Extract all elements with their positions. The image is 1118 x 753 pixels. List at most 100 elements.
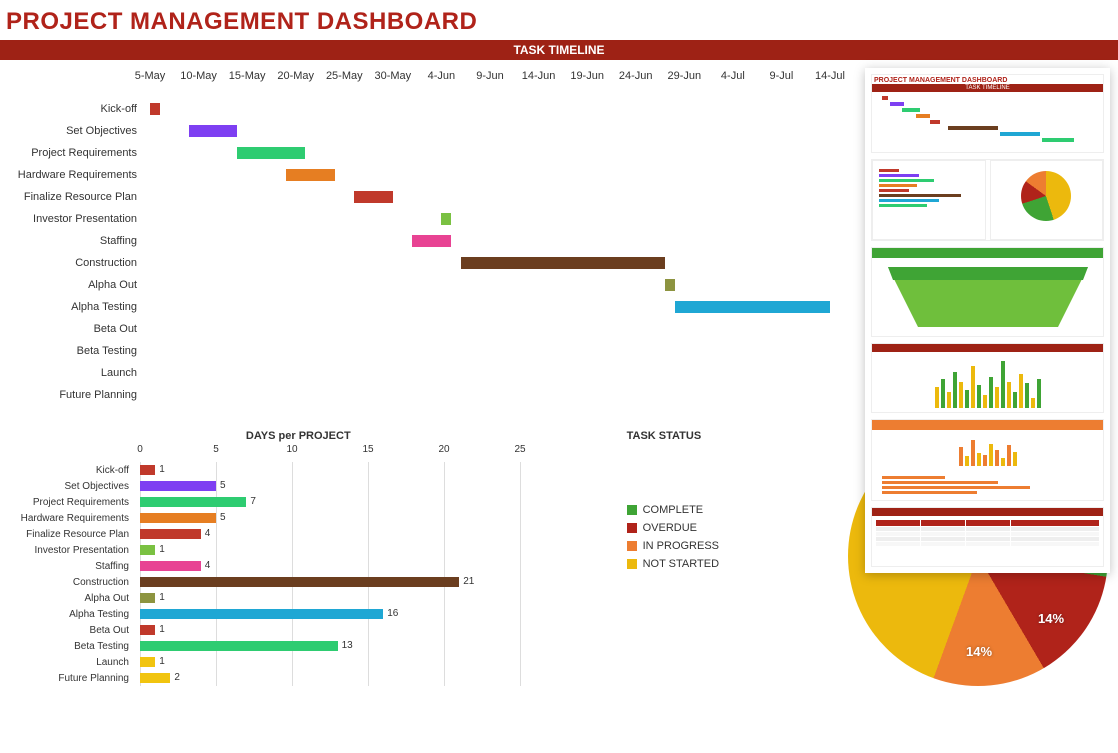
days-row-label: Staffing — [10, 561, 135, 572]
days-tick: 15 — [362, 444, 373, 455]
days-rows: Kick-off1Set Objectives5Project Requirem… — [140, 462, 577, 686]
legend-item: OVERDUE — [627, 522, 848, 534]
days-per-project-panel: DAYS per PROJECT 0510152025 Kick-off1Set… — [10, 426, 587, 686]
days-value-label: 21 — [463, 576, 474, 587]
days-value-label: 5 — [220, 512, 226, 523]
thumbnail-columns — [871, 343, 1104, 413]
days-value-label: 1 — [159, 592, 165, 603]
gantt-row-label: Staffing — [0, 235, 145, 247]
days-row-label: Hardware Requirements — [10, 513, 135, 524]
gantt-tick: 14-Jul — [815, 70, 845, 82]
days-row: Finalize Resource Plan4 — [140, 526, 577, 542]
gantt-row-label: Beta Testing — [0, 345, 145, 357]
page-title: PROJECT MANAGEMENT DASHBOARD — [0, 0, 1118, 40]
days-row-label: Set Objectives — [10, 481, 135, 492]
gantt-bar — [675, 301, 830, 313]
gantt-row-label: Set Objectives — [0, 125, 145, 137]
days-bar — [140, 657, 155, 667]
days-row-label: Beta Testing — [10, 641, 135, 652]
gantt-tick: 25-May — [326, 70, 363, 82]
days-row-label: Alpha Out — [10, 593, 135, 604]
days-tick: 25 — [514, 444, 525, 455]
legend-swatch — [627, 505, 637, 515]
gantt-tick: 15-May — [229, 70, 266, 82]
gantt-row-label: Future Planning — [0, 389, 145, 401]
days-bar — [140, 481, 216, 491]
days-tick: 5 — [213, 444, 219, 455]
days-row: Investor Presentation1 — [140, 542, 577, 558]
legend-label: NOT STARTED — [643, 558, 719, 570]
days-row-label: Beta Out — [10, 625, 135, 636]
days-bar — [140, 641, 338, 651]
pie-slice-label: 14% — [966, 644, 992, 659]
legend-label: OVERDUE — [643, 522, 697, 534]
days-row: Set Objectives5 — [140, 478, 577, 494]
gantt-row-label: Kick-off — [0, 103, 145, 115]
legend-label: IN PROGRESS — [643, 540, 719, 552]
legend-item: IN PROGRESS — [627, 540, 848, 552]
days-tick: 0 — [137, 444, 143, 455]
days-row-label: Launch — [10, 657, 135, 668]
gantt-bar — [354, 191, 393, 203]
days-row: Launch1 — [140, 654, 577, 670]
gantt-bar — [412, 235, 451, 247]
days-bar — [140, 545, 155, 555]
legend-item: COMPLETE — [627, 504, 848, 516]
days-row-label: Project Requirements — [10, 497, 135, 508]
days-bar — [140, 497, 246, 507]
gantt-tick: 10-May — [180, 70, 217, 82]
gantt-tick: 5-May — [135, 70, 166, 82]
days-bar — [140, 513, 216, 523]
days-value-label: 7 — [250, 496, 256, 507]
gantt-bar — [237, 147, 305, 159]
legend-swatch — [627, 559, 637, 569]
days-row-label: Alpha Testing — [10, 609, 135, 620]
days-row: Alpha Testing16 — [140, 606, 577, 622]
gantt-tick: 29-Jun — [667, 70, 701, 82]
gantt-tick: 30-May — [375, 70, 412, 82]
days-value-label: 1 — [159, 544, 165, 555]
status-chart-title: TASK STATUS — [607, 426, 848, 444]
days-row: Alpha Out1 — [140, 590, 577, 606]
gantt-row-label: Project Requirements — [0, 147, 145, 159]
gantt-bar — [286, 169, 335, 181]
days-row: Project Requirements7 — [140, 494, 577, 510]
days-bar — [140, 465, 155, 475]
gantt-row-label: Launch — [0, 367, 145, 379]
gantt-row-label: Construction — [0, 257, 145, 269]
gantt-bar — [461, 257, 665, 269]
days-bar — [140, 673, 170, 683]
days-row: Construction21 — [140, 574, 577, 590]
gantt-tick: 9-Jun — [476, 70, 504, 82]
gantt-row-label: Alpha Out — [0, 279, 145, 291]
status-legend: COMPLETE OVERDUE IN PROGRESS NOT STARTED — [627, 504, 848, 570]
days-value-label: 5 — [220, 480, 226, 491]
days-row-label: Future Planning — [10, 673, 135, 684]
days-row-label: Construction — [10, 577, 135, 588]
days-row: Beta Testing13 — [140, 638, 577, 654]
days-bar — [140, 593, 155, 603]
gantt-row-label: Investor Presentation — [0, 213, 145, 225]
gantt-row-label: Finalize Resource Plan — [0, 191, 145, 203]
legend-swatch — [627, 541, 637, 551]
days-bar — [140, 577, 459, 587]
days-tick: 10 — [286, 444, 297, 455]
legend-swatch — [627, 523, 637, 533]
days-bar — [140, 561, 201, 571]
gantt-row-label: Alpha Testing — [0, 301, 145, 313]
days-value-label: 4 — [205, 560, 211, 571]
days-value-label: 4 — [205, 528, 211, 539]
thumbnail-funnel — [871, 247, 1104, 337]
gantt-row-label: Beta Out — [0, 323, 145, 335]
days-chart-title: DAYS per PROJECT — [10, 426, 587, 444]
thumbnail-preview-stack: PROJECT MANAGEMENT DASHBOARD TASK TIMELI… — [865, 68, 1110, 573]
gantt-tick: 19-Jun — [570, 70, 604, 82]
gantt-bar — [441, 213, 451, 225]
days-value-label: 16 — [387, 608, 398, 619]
thumbnail-gantt: PROJECT MANAGEMENT DASHBOARD TASK TIMELI… — [871, 74, 1104, 153]
days-row: Beta Out1 — [140, 622, 577, 638]
days-row: Future Planning2 — [140, 670, 577, 686]
days-row: Staffing4 — [140, 558, 577, 574]
days-axis: 0510152025 — [140, 444, 577, 462]
gantt-tick: 14-Jun — [522, 70, 556, 82]
